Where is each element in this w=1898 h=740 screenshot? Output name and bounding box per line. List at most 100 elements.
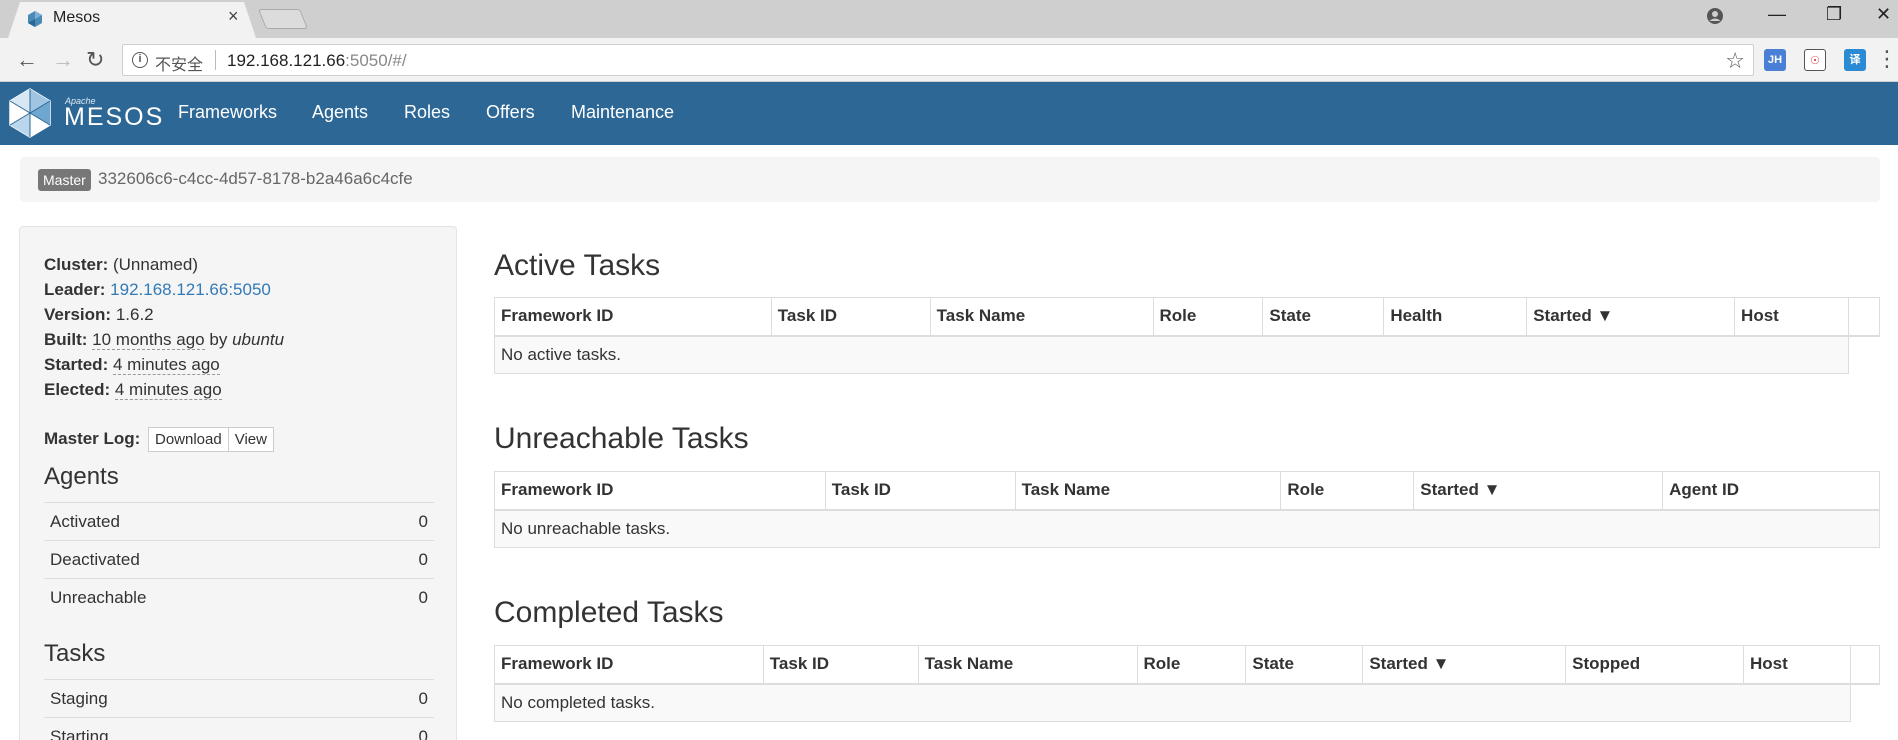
col-health[interactable]: Health [1383, 297, 1528, 337]
cluster-value: (Unnamed) [112, 255, 199, 274]
cluster-sidebar: Cluster: (Unnamed) Leader: 192.168.121.6… [19, 226, 457, 740]
back-icon[interactable]: ← [16, 47, 38, 73]
url-text[interactable]: 192.168.121.66:5050/#/ [227, 51, 407, 71]
reload-icon[interactable]: ↻ [86, 47, 104, 73]
col-host[interactable]: Host [1734, 297, 1849, 337]
breadcrumb: Master 332606c6-c4cc-4d57-8178-b2a46a6c4… [20, 157, 1880, 202]
col-state[interactable]: State [1262, 297, 1385, 337]
browser-menu-icon[interactable]: ⋮ [1876, 46, 1898, 72]
master-log-row: Master Log: [44, 429, 140, 449]
table-row: No active tasks. [494, 335, 1880, 374]
col-host[interactable]: Host [1743, 645, 1851, 685]
elected-row: Elected: 4 minutes ago [44, 380, 222, 400]
nav-offers[interactable]: Offers [486, 102, 535, 123]
insecure-label: 不安全 [155, 57, 204, 74]
col-stopped[interactable]: Stopped [1565, 645, 1745, 685]
col-started[interactable]: Started ▼ [1526, 297, 1736, 337]
browser-tab[interactable] [8, 2, 256, 38]
extension-jh-icon[interactable]: JH [1764, 49, 1786, 71]
view-log-button[interactable]: View [228, 427, 274, 452]
col-task-id[interactable]: Task ID [824, 471, 1016, 511]
col-task-name[interactable]: Task Name [917, 645, 1138, 685]
tab-close-icon[interactable]: × [228, 6, 239, 27]
agents-activated-label: Activated [50, 512, 120, 531]
built-label: Built: [44, 330, 88, 349]
col-framework-id[interactable]: Framework ID [494, 645, 764, 685]
col-agent-id[interactable]: Agent ID [1662, 471, 1880, 511]
version-value: 1.6.2 [115, 305, 154, 324]
active-tasks-table: Framework ID Task ID Task Name Role Stat… [494, 297, 1881, 374]
leader-label: Leader: [44, 280, 106, 299]
tasks-table: Staging 0 Starting 0 [44, 679, 434, 740]
agents-table: Activated 0 Deactivated 0 Unreachable 0 [44, 502, 434, 616]
unreachable-tasks-table: Framework ID Task ID Task Name Role Star… [494, 471, 1880, 548]
col-task-id[interactable]: Task ID [762, 645, 919, 685]
download-log-button[interactable]: Download [148, 427, 229, 452]
built-user: ubuntu [232, 330, 285, 349]
col-task-id[interactable]: Task ID [770, 297, 931, 337]
tasks-staging-value: 0 [418, 689, 428, 708]
tasks-starting-label: Starting [50, 727, 109, 740]
leader-row: Leader: 192.168.121.66:5050 [44, 280, 271, 300]
built-by: by [209, 330, 228, 349]
started-label: Started: [44, 355, 109, 374]
table-row: No unreachable tasks. [494, 509, 1880, 548]
browser-tab-bar: Mesos × — ❐ ✕ [0, 0, 1898, 38]
nav-agents[interactable]: Agents [312, 102, 368, 123]
col-role[interactable]: Role [1280, 471, 1415, 511]
address-separator [215, 50, 216, 70]
restore-icon[interactable]: ❐ [1826, 4, 1842, 25]
empty-message: No completed tasks. [494, 683, 1851, 722]
table-header-row: Framework ID Task ID Task Name Role Stat… [494, 297, 1881, 337]
col-role[interactable]: Role [1136, 645, 1247, 685]
cluster-row: Cluster: (Unnamed) [44, 255, 198, 275]
agents-deactivated-label: Deactivated [50, 550, 140, 569]
forward-icon[interactable]: → [52, 47, 74, 73]
extension-translate-icon[interactable]: 译 [1844, 49, 1866, 71]
tasks-starting-value: 0 [418, 727, 428, 740]
started-row: Started: 4 minutes ago [44, 355, 220, 375]
col-started[interactable]: Started ▼ [1362, 645, 1567, 685]
col-state[interactable]: State [1245, 645, 1364, 685]
agents-activated-value: 0 [418, 512, 428, 531]
bookmark-star-icon[interactable]: ☆ [1725, 48, 1745, 74]
mesos-logo-icon[interactable] [6, 87, 54, 139]
elected-label: Elected: [44, 380, 111, 399]
address-bar[interactable]: i 不安全 192.168.121.66:5050/#/ ☆ [122, 44, 1754, 76]
mesos-favicon-icon [28, 11, 42, 27]
tasks-row: Starting 0 [44, 717, 434, 740]
browser-toolbar: ← → ↻ i 不安全 192.168.121.66:5050/#/ ☆ JH … [0, 38, 1898, 82]
cluster-label: Cluster: [44, 255, 109, 274]
completed-tasks-title: Completed Tasks [494, 596, 724, 629]
url-path: :5050/#/ [345, 51, 407, 70]
col-framework-id[interactable]: Framework ID [494, 297, 772, 337]
unreachable-tasks-title: Unreachable Tasks [494, 422, 749, 455]
extension-pocket-icon[interactable]: ☉ [1804, 49, 1826, 71]
col-task-name[interactable]: Task Name [1014, 471, 1282, 511]
master-log-buttons: Download View [148, 427, 274, 452]
agents-title: Agents [44, 463, 119, 490]
agents-deactivated-value: 0 [418, 550, 428, 569]
nav-roles[interactable]: Roles [404, 102, 450, 123]
built-row: Built: 10 months ago by ubuntu [44, 330, 284, 350]
url-host: 192.168.121.66 [227, 51, 346, 70]
col-role[interactable]: Role [1152, 297, 1264, 337]
logo-mesos-text[interactable]: MESOS [64, 103, 164, 132]
new-tab-button[interactable] [257, 9, 309, 29]
table-header-row: Framework ID Task ID Task Name Role Star… [494, 471, 1880, 511]
agents-unreachable-value: 0 [418, 588, 428, 607]
col-task-name[interactable]: Task Name [929, 297, 1154, 337]
minimize-icon[interactable]: — [1768, 4, 1786, 25]
nav-maintenance[interactable]: Maintenance [571, 102, 674, 123]
col-extra [1849, 645, 1881, 685]
nav-frameworks[interactable]: Frameworks [178, 102, 277, 123]
col-framework-id[interactable]: Framework ID [494, 471, 826, 511]
empty-message: No unreachable tasks. [494, 509, 1880, 548]
col-started[interactable]: Started ▼ [1413, 471, 1664, 511]
leader-link[interactable]: 192.168.121.66:5050 [110, 280, 271, 299]
profile-icon[interactable] [1706, 7, 1724, 25]
tasks-title: Tasks [44, 640, 106, 667]
tasks-row: Staging 0 [44, 679, 434, 717]
close-window-icon[interactable]: ✕ [1876, 4, 1891, 25]
info-icon[interactable]: i [132, 52, 148, 68]
